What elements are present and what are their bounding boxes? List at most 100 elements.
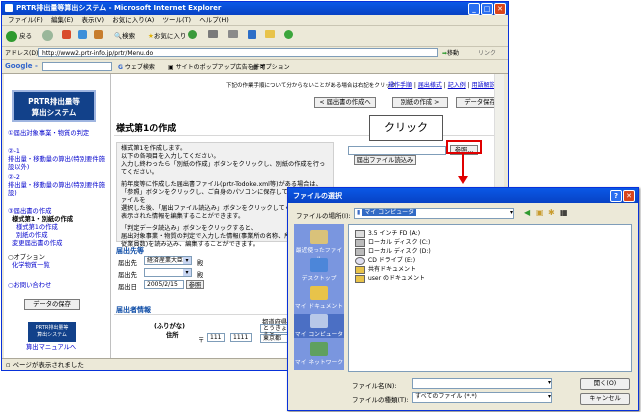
nav-form1-and-attachment[interactable]: 様式第1・別紙の作成 [12, 216, 112, 224]
menu-tools[interactable]: ツール(T) [163, 15, 192, 25]
destination-select[interactable]: 経済産業大臣 ▾ [144, 256, 192, 265]
small-logo-line1: PRTR排出量等 [35, 325, 69, 331]
back-folder-icon[interactable]: ◀ [524, 208, 530, 217]
options-icon: ▤ [252, 64, 258, 71]
place-desktop-label: デスクトップ [301, 276, 337, 282]
messenger-button[interactable] [284, 30, 293, 39]
filetype-select[interactable]: すべてのファイル (*.*) ▾ [412, 392, 552, 403]
menu-edit[interactable]: 編集(E) [51, 15, 73, 25]
places-bar: 最近使ったファイル デスクトップ マイ ドキュメント マイ コンピュータ マイ … [294, 224, 344, 370]
mail-button[interactable] [208, 30, 218, 38]
date-input[interactable]: 2005/2/15 [144, 280, 184, 289]
refresh-button[interactable] [78, 30, 87, 39]
menu-file[interactable]: ファイル(F) [8, 15, 43, 25]
stop-icon [62, 30, 71, 39]
postal-code1-input[interactable]: 111 [207, 333, 225, 342]
file-item[interactable]: user のドキュメント [355, 273, 425, 283]
links-label[interactable]: リンク [478, 48, 496, 57]
favorites-label: お気に入り [153, 32, 187, 40]
nav-change-report[interactable]: 変更届出書の作成 [12, 240, 112, 248]
forward-button[interactable] [42, 30, 53, 41]
destination-suffix: 殿 [197, 260, 204, 267]
options-button[interactable]: ▤ オプション [252, 62, 290, 71]
place-mydocuments[interactable]: マイ ドキュメント [294, 286, 344, 310]
prefecture-furigana-input[interactable]: とうきょうと [260, 324, 290, 339]
new-folder-icon[interactable]: ✱ [548, 208, 555, 217]
cancel-button[interactable]: キャンセル [580, 393, 630, 405]
go-button[interactable]: ➡移動 [442, 48, 459, 57]
date-picker-button[interactable]: 参照 [186, 280, 204, 289]
link-procedure[interactable]: 操作手順 [388, 82, 412, 89]
place-mycomputer[interactable]: マイ コンピュータ [294, 314, 344, 338]
dropdown-arrow-icon: ▾ [183, 257, 191, 264]
manual-link[interactable]: 算出マニュアルへ [26, 344, 126, 352]
save-data-button[interactable]: データの保存 [24, 299, 80, 310]
print-button[interactable] [228, 30, 238, 38]
postal-code2-input[interactable]: 1111 [230, 333, 252, 342]
my-computer-icon [310, 314, 328, 328]
file-path-input[interactable] [348, 146, 446, 155]
prefecture-input[interactable]: 東京都 [260, 334, 290, 343]
link-form[interactable]: 届出様式 [418, 82, 442, 89]
refresh-icon [78, 30, 87, 39]
search-button[interactable]: 🔍検索 [114, 30, 135, 40]
nav-form1[interactable]: 様式第1の作成 [16, 224, 116, 232]
nav-calc1-num[interactable]: ②-1 [8, 148, 108, 156]
google-search-input[interactable] [42, 62, 112, 71]
furigana-label: (ふりがな) [154, 323, 185, 330]
dropdown-arrow-icon: ▾ [509, 209, 513, 216]
nav-report[interactable]: ③届出書の作成 [8, 208, 108, 216]
google-search-button[interactable]: G ウェブ検索 [118, 62, 155, 71]
minimize-button[interactable]: _ [468, 3, 480, 15]
history-button[interactable] [188, 30, 197, 39]
small-logo[interactable]: PRTR排出量等 算出システム [28, 322, 76, 342]
search-label: 検索 [122, 32, 136, 40]
file-item-label: ローカル ディスク (C:) [368, 239, 431, 246]
dialog-help-button[interactable]: ? [610, 190, 622, 202]
place-network[interactable]: マイ ネットワーク [294, 342, 344, 366]
address-input[interactable]: http://www2.prtr-info.jp/prtr/Menu.do [38, 48, 438, 57]
nav-calc2-num[interactable]: ②-2 [8, 174, 108, 182]
popup-allow-button[interactable]: ▣ サイトのポップアップ広告を許可 [168, 62, 266, 71]
folder-button[interactable] [265, 30, 275, 38]
destination2-select[interactable]: ▾ [144, 268, 192, 277]
favorites-button[interactable]: ★お気に入り [148, 30, 186, 40]
attachment-next-button[interactable]: 別紙の作成 > [392, 97, 448, 108]
view-menu-icon[interactable]: ▦ [560, 208, 568, 217]
file-list: 3.5 インチ FD (A:) ローカル ディスク (C:) ローカル ディスク… [348, 224, 632, 372]
open-button[interactable]: 開く(O) [580, 378, 630, 390]
nav-judgement[interactable]: ①届出対象事業・物質の判定 [8, 130, 108, 138]
click-callout: クリック [369, 115, 443, 141]
link-glossary[interactable]: 用語解説 [472, 82, 496, 89]
nav-contact[interactable]: ○お問い合わせ [8, 282, 108, 290]
home-button[interactable] [94, 30, 103, 39]
title-bar: PRTR排出量等算出システム - Microsoft Internet Expl… [2, 2, 508, 15]
menu-help[interactable]: ヘルプ(H) [199, 15, 228, 25]
back-button[interactable]: 戻る [6, 30, 32, 42]
nav-calc1[interactable]: 排出量・移動量の算出(特別要件施設以外) [8, 156, 108, 172]
maximize-button[interactable]: □ [481, 3, 493, 15]
filetype-label: ファイルの種類(T): [352, 396, 409, 404]
back-arrow-icon [6, 30, 17, 42]
up-folder-icon[interactable]: ▣ [536, 208, 544, 217]
nav-calc2[interactable]: 排出量・移動量の算出(特別要件施設) [8, 182, 108, 198]
desktop-icon [310, 258, 328, 272]
edit-button[interactable] [248, 30, 256, 39]
filename-input[interactable]: ▾ [412, 378, 552, 389]
ie-icon [5, 4, 13, 12]
close-button[interactable]: ✕ [494, 3, 506, 15]
lookin-select[interactable]: ▮ マイ コンピュータ ▾ [354, 208, 514, 219]
menu-favorites[interactable]: お気に入り(A) [112, 15, 154, 25]
google-logo[interactable]: Google - [5, 62, 38, 70]
nav-attachment[interactable]: 別紙の作成 [16, 232, 116, 240]
place-network-label: マイ ネットワーク [294, 360, 344, 366]
load-file-button[interactable]: 届出ファイル読込み [354, 155, 416, 165]
postal-mark: 〒 [198, 337, 205, 344]
back-to-report-button[interactable]: < 届出書の作成へ [314, 97, 376, 108]
nav-chemical-list[interactable]: 化学物質一覧 [12, 262, 112, 270]
stop-button[interactable] [62, 30, 71, 39]
menu-view[interactable]: 表示(V) [81, 15, 104, 25]
link-example[interactable]: 記入例 [448, 82, 466, 89]
dialog-close-button[interactable]: ✕ [623, 190, 635, 202]
place-desktop[interactable]: デスクトップ [294, 258, 344, 282]
